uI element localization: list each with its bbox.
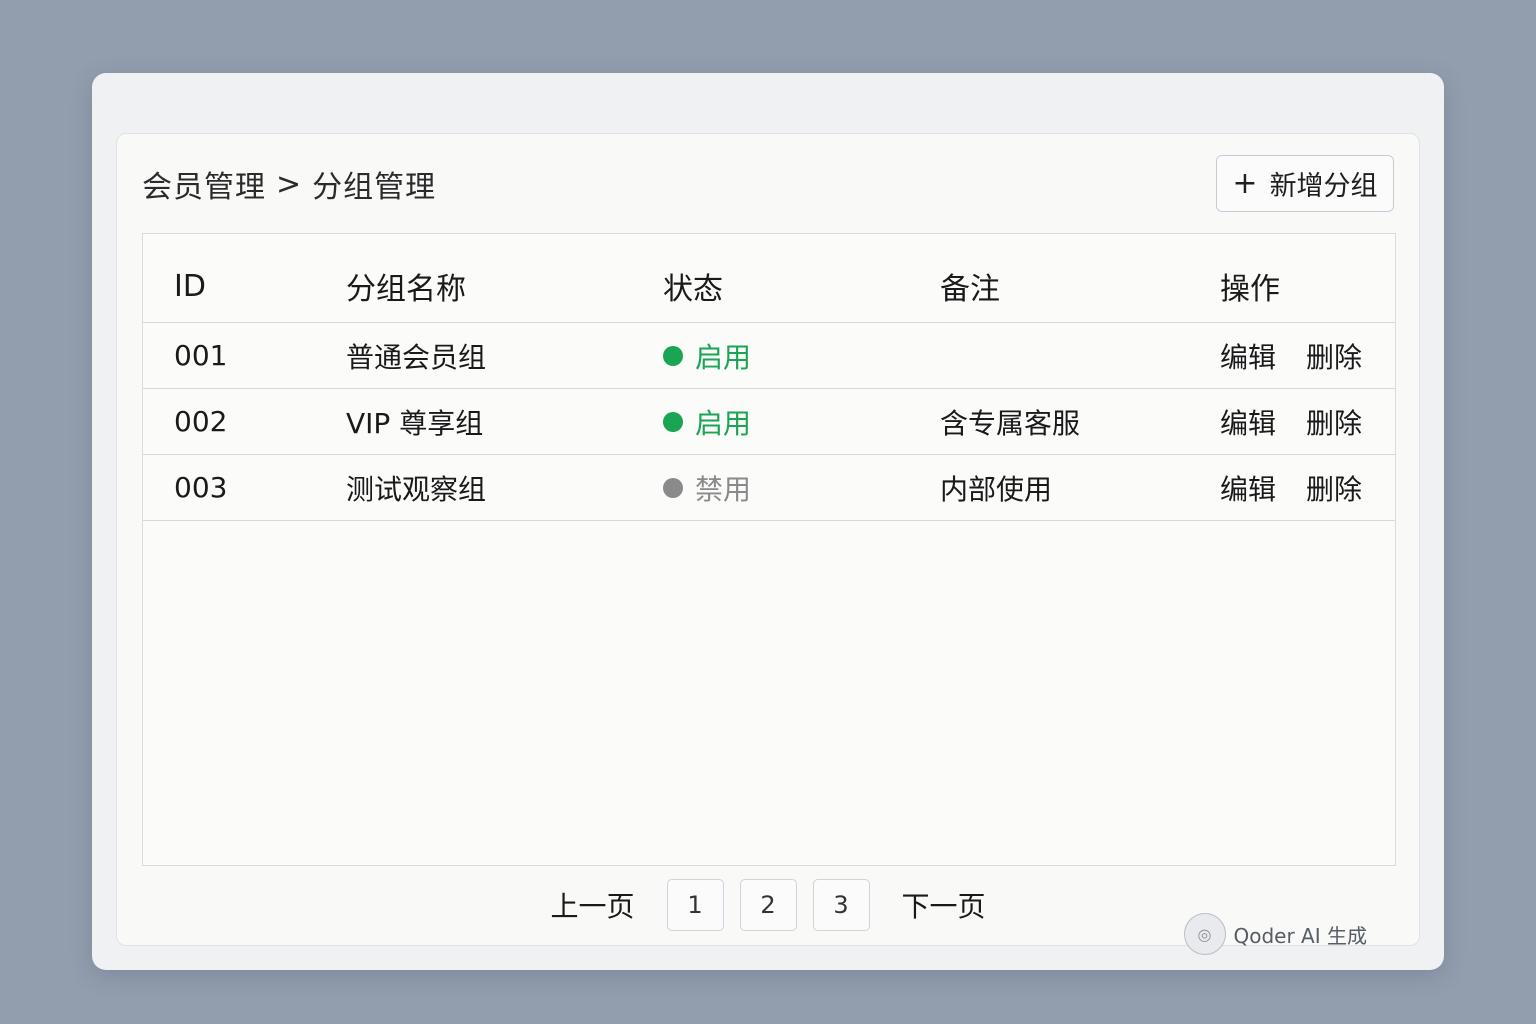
next-page-button[interactable]: 下一页	[902, 885, 986, 925]
cell-id: 002	[174, 405, 228, 438]
plus-icon: +	[1232, 165, 1258, 201]
breadcrumb-parent[interactable]: 会员管理	[142, 162, 266, 206]
table-header: ID 分组名称 状态 备注 操作	[143, 234, 1395, 323]
cell-actions: 编辑 删除	[1220, 389, 1362, 454]
cell-id: 001	[174, 339, 228, 372]
cell-status: 禁用	[663, 455, 751, 520]
status-dot-icon	[663, 477, 683, 498]
cell-id: 003	[174, 471, 228, 504]
cell-actions: 编辑 删除	[1220, 323, 1362, 388]
edit-link[interactable]: 编辑	[1220, 402, 1276, 442]
cell-name: 普通会员组	[346, 340, 487, 374]
edit-link[interactable]: 编辑	[1220, 468, 1276, 508]
breadcrumb: 会员管理 > 分组管理	[142, 162, 436, 206]
cell-status: 启用	[663, 323, 751, 388]
cell-name: VIP 尊享组	[346, 406, 484, 440]
cell-remark: 含专属客服	[940, 406, 1081, 440]
column-header-name: 分组名称	[346, 272, 466, 307]
column-header-status: 状态	[663, 272, 723, 307]
page-button-1[interactable]: 1	[666, 879, 724, 931]
page-button-3[interactable]: 3	[812, 879, 870, 931]
delete-link[interactable]: 删除	[1306, 402, 1362, 442]
cell-remark: 内部使用	[940, 472, 1053, 506]
breadcrumb-separator: >	[276, 166, 303, 202]
status-text: 启用	[695, 340, 752, 374]
group-table: ID 分组名称 状态 备注 操作 001 普通会员组 启用 编辑 删除 002 …	[142, 233, 1396, 866]
column-header-remark: 备注	[940, 272, 1000, 307]
table-row: 002 VIP 尊享组 启用 含专属客服 编辑 删除	[143, 389, 1395, 455]
page-button-2[interactable]: 2	[739, 879, 797, 931]
content-panel: 会员管理 > 分组管理 + 新增分组 ID 分组名称 状态 备注 操作 001 …	[116, 133, 1420, 955]
status-dot-icon	[663, 345, 683, 366]
breadcrumb-current: 分组管理	[312, 170, 437, 205]
edit-link[interactable]: 编辑	[1220, 336, 1276, 376]
prev-page-button[interactable]: 上一页	[550, 885, 634, 925]
cell-name: 测试观察组	[346, 472, 487, 506]
add-group-label: 新增分组	[1269, 171, 1378, 202]
cell-actions: 编辑 删除	[1220, 455, 1362, 520]
app-window: 会员管理 > 分组管理 + 新增分组 ID 分组名称 状态 备注 操作 001 …	[92, 73, 1444, 970]
qoder-logo-icon: ◎	[1183, 913, 1226, 955]
delete-link[interactable]: 删除	[1306, 336, 1362, 376]
status-text: 启用	[695, 406, 752, 440]
watermark-text: Qoder AI 生成	[1233, 923, 1368, 948]
column-header-actions: 操作	[1220, 272, 1280, 307]
table-row: 001 普通会员组 启用 编辑 删除	[143, 323, 1395, 389]
add-group-button[interactable]: + 新增分组	[1216, 155, 1394, 212]
table-row: 003 测试观察组 禁用 内部使用 编辑 删除	[143, 455, 1395, 521]
delete-link[interactable]: 删除	[1306, 468, 1362, 508]
status-text: 禁用	[695, 472, 752, 506]
status-dot-icon	[663, 411, 683, 432]
column-header-id: ID	[174, 268, 206, 304]
watermark: ◎ Qoder AI 生成	[1183, 903, 1367, 955]
cell-status: 启用	[663, 389, 751, 454]
